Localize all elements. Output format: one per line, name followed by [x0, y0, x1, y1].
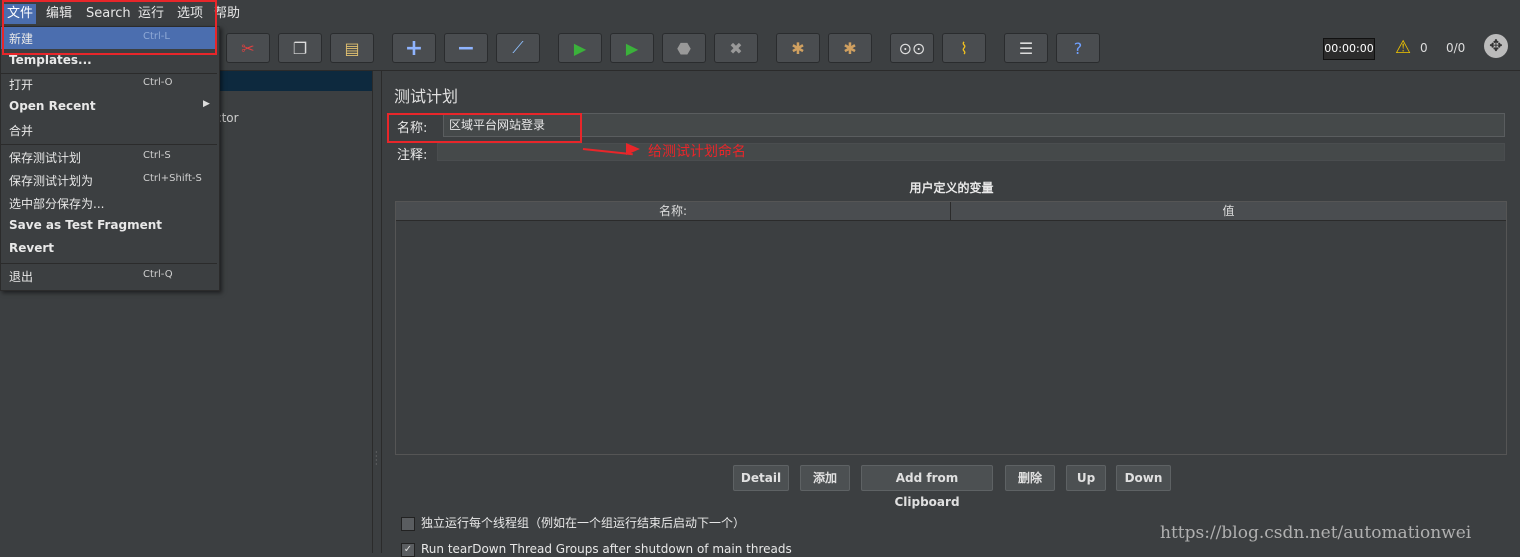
thread-count: 0/0: [1446, 41, 1466, 55]
splitter-grip: · · · ·: [375, 448, 378, 469]
warning-count: 0: [1420, 41, 1428, 55]
play-timer-icon: ▶: [625, 38, 639, 58]
help-book-icon: ?: [1073, 38, 1083, 58]
delete-button[interactable]: 删除: [1005, 465, 1055, 491]
column-name-header[interactable]: 名称:: [396, 202, 951, 220]
menu-item-save-fragment-label: Save as Test Fragment: [9, 218, 163, 232]
collapse-all-button[interactable]: −: [444, 33, 488, 63]
serial-threadgroups-option[interactable]: 独立运行每个线程组（例如在一个组运行结束后启动下一个）: [401, 514, 745, 531]
user-vars-title: 用户定义的变量: [909, 181, 994, 195]
test-plan-panel: 测试计划 名称: 区域平台网站登录 注释: 用户定义的变量 名称: 值 Deta…: [383, 71, 1520, 557]
submenu-arrow-icon: ▶: [203, 99, 210, 109]
broom-all-icon: ✱: [843, 38, 857, 58]
menu-item-exit-label: 退出: [9, 270, 34, 284]
copy-icon: ❐: [292, 38, 308, 58]
table-header: 名称: 值: [396, 202, 1506, 221]
menu-item-exit[interactable]: 退出 Ctrl-Q: [1, 265, 217, 287]
name-input[interactable]: 区域平台网站登录: [443, 113, 1505, 137]
annotation-arrow-head: [626, 143, 640, 155]
column-value-header[interactable]: 值: [951, 202, 1506, 220]
up-button[interactable]: Up: [1066, 465, 1106, 491]
watermark: https://blog.csdn.net/automationwei: [1160, 523, 1472, 543]
annotation-text: 给测试计划命名: [648, 144, 746, 160]
clipboard-icon: ▤: [344, 38, 360, 58]
menu-item-save[interactable]: 保存测试计划 Ctrl-S: [1, 146, 217, 168]
wand-icon: ⟋: [512, 38, 524, 57]
menu-item-open-shortcut: Ctrl-O: [143, 77, 173, 88]
menu-item-save-as[interactable]: 保存测试计划为 Ctrl+Shift-S: [1, 169, 217, 191]
stop-button[interactable]: ⬣: [662, 33, 706, 63]
toolbar: ✂ ❐ ▤ + − ⟋ ▶ ▶ ⬣ ✖ ✱ ✱ ⊙⊙ ⌇ ☰ ? 00:00:0…: [0, 28, 1520, 71]
menu-item-open-label: 打开: [9, 78, 34, 92]
add-from-clipboard-button[interactable]: Add from Clipboard: [861, 465, 993, 509]
scissors-icon: ✂: [241, 38, 255, 58]
shutdown-button[interactable]: ✖: [714, 33, 758, 63]
panel-title: 测试计划: [394, 87, 459, 106]
function-helper-button[interactable]: ☰: [1004, 33, 1048, 63]
detail-button[interactable]: Detail: [733, 465, 789, 491]
expand-all-button[interactable]: +: [392, 33, 436, 63]
user-vars-table[interactable]: 名称: 值: [395, 201, 1507, 455]
broom-gear-icon: ✱: [791, 38, 805, 58]
menu-item-revert-label: Revert: [9, 241, 54, 255]
menu-item-save-label: 保存测试计划: [9, 151, 82, 165]
elapsed-timer: 00:00:00: [1323, 38, 1375, 60]
start-no-pause-button[interactable]: ▶: [610, 33, 654, 63]
menu-help[interactable]: 帮助: [214, 4, 240, 24]
clear-button[interactable]: ✱: [776, 33, 820, 63]
paste-button[interactable]: ▤: [330, 33, 374, 63]
clear-all-button[interactable]: ✱: [828, 33, 872, 63]
serial-threadgroups-checkbox[interactable]: [401, 516, 415, 531]
menu-item-open[interactable]: 打开 Ctrl-O: [1, 73, 217, 95]
broom-icon: ⌇: [960, 38, 968, 58]
menu-item-save-selection-label: 选中部分保存为...: [9, 197, 105, 211]
warning-icon[interactable]: ⚠: [1395, 37, 1411, 58]
menu-bar: 文件 编辑 Search 运行 选项 帮助: [0, 0, 1520, 29]
file-menu-dropdown: 新建 Ctrl-L Templates... 打开 Ctrl-O Open Re…: [0, 26, 220, 291]
comment-label: 注释:: [397, 148, 428, 163]
menu-separator: [1, 263, 217, 264]
cut-button[interactable]: ✂: [226, 33, 270, 63]
menu-item-open-recent-label: Open Recent: [9, 99, 96, 113]
menu-item-save-as-shortcut: Ctrl+Shift-S: [143, 173, 202, 184]
highlight-box-menu: [2, 0, 217, 55]
menu-item-save-shortcut: Ctrl-S: [143, 150, 171, 161]
toggle-button[interactable]: ⟋: [496, 33, 540, 63]
remote-icon[interactable]: ✥: [1484, 34, 1508, 58]
teardown-checkbox[interactable]: ✓: [401, 542, 415, 557]
menu-item-templates-label: Templates...: [9, 53, 92, 67]
down-button[interactable]: Down: [1116, 465, 1171, 491]
list-icon: ☰: [1018, 38, 1034, 58]
menu-item-merge[interactable]: 合并: [1, 119, 217, 141]
menu-item-save-fragment[interactable]: Save as Test Fragment: [1, 215, 217, 237]
teardown-label: Run tearDown Thread Groups after shutdow…: [421, 542, 792, 556]
shutdown-icon: ✖: [729, 38, 743, 58]
highlight-box-name: [387, 113, 582, 143]
play-icon: ▶: [573, 38, 587, 58]
menu-item-open-recent[interactable]: Open Recent ▶: [1, 96, 217, 118]
comment-input[interactable]: [437, 143, 1505, 161]
start-button[interactable]: ▶: [558, 33, 602, 63]
menu-item-merge-label: 合并: [9, 124, 34, 138]
copy-button[interactable]: ❐: [278, 33, 322, 63]
serial-threadgroups-label: 独立运行每个线程组（例如在一个组运行结束后启动下一个）: [421, 516, 746, 530]
binoculars-icon: ⊙⊙: [898, 38, 926, 58]
help-button[interactable]: ?: [1056, 33, 1100, 63]
menu-separator: [1, 144, 217, 145]
minus-icon: −: [456, 35, 476, 61]
search-button[interactable]: ⊙⊙: [890, 33, 934, 63]
splitter[interactable]: · · · ·: [372, 71, 382, 553]
stop-icon: ⬣: [677, 38, 691, 58]
teardown-option[interactable]: ✓ Run tearDown Thread Groups after shutdo…: [401, 542, 792, 557]
menu-item-exit-shortcut: Ctrl-Q: [143, 269, 173, 280]
reset-search-button[interactable]: ⌇: [942, 33, 986, 63]
menu-item-save-selection[interactable]: 选中部分保存为...: [1, 192, 217, 214]
add-button[interactable]: 添加: [800, 465, 850, 491]
menu-item-save-as-label: 保存测试计划为: [9, 174, 94, 188]
plus-icon: +: [404, 35, 424, 61]
menu-item-revert[interactable]: Revert: [1, 238, 217, 260]
